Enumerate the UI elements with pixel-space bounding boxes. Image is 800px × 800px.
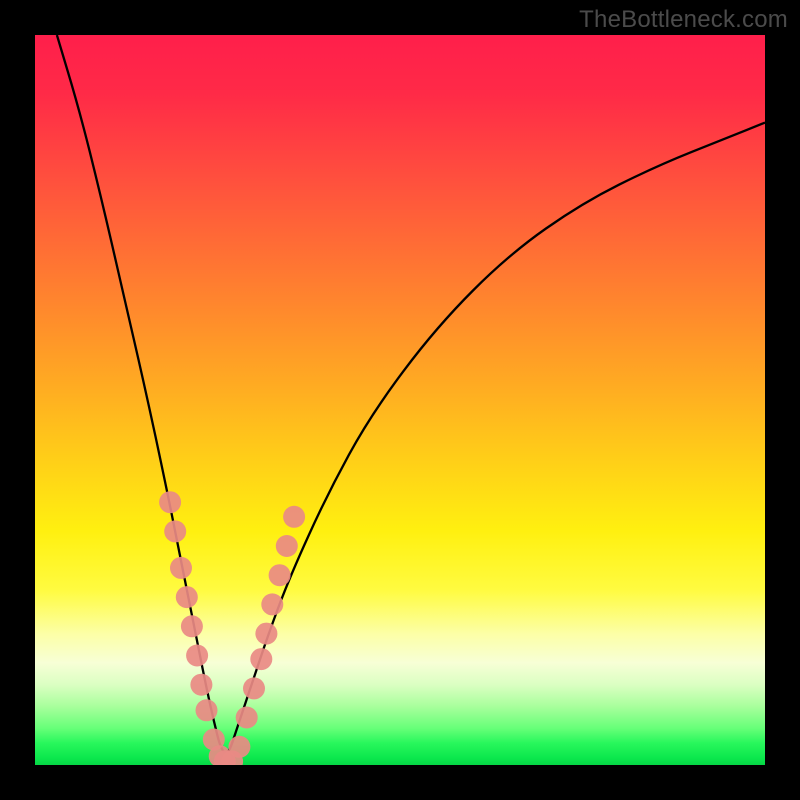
scatter-point (276, 535, 298, 557)
scatter-point (283, 506, 305, 528)
scatter-point (186, 645, 208, 667)
scatter-point (196, 699, 218, 721)
bottleneck-curve (57, 35, 765, 752)
scatter-point (164, 520, 186, 542)
scatter-point (176, 586, 198, 608)
scatter-point (236, 707, 258, 729)
scatter-point (255, 623, 277, 645)
scatter-points (159, 491, 305, 765)
scatter-point (159, 491, 181, 513)
scatter-point (261, 593, 283, 615)
chart-frame: TheBottleneck.com (0, 0, 800, 800)
plot-area (35, 35, 765, 765)
scatter-point (250, 648, 272, 670)
curve-overlay (35, 35, 765, 765)
scatter-point (170, 557, 192, 579)
attribution-text: TheBottleneck.com (579, 6, 788, 34)
scatter-point (269, 564, 291, 586)
scatter-point (181, 615, 203, 637)
scatter-point (243, 677, 265, 699)
scatter-point (228, 736, 250, 758)
scatter-point (190, 674, 212, 696)
